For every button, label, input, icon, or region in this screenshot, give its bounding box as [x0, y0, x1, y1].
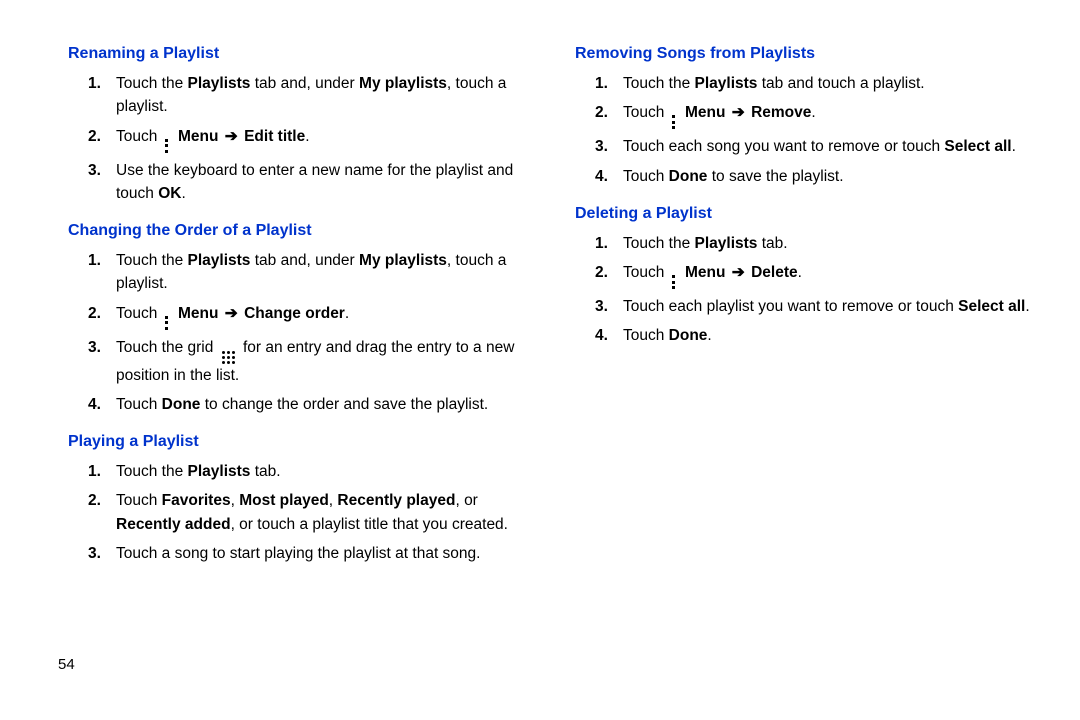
step: 1.Touch the Playlists tab and touch a pl…	[595, 72, 1040, 95]
step-text: Touch the Playlists tab.	[623, 232, 1040, 255]
step: 3.Touch each song you want to remove or …	[595, 135, 1040, 158]
step: 2.Touch Menu ➔ Remove.	[595, 101, 1040, 129]
step-text: Touch the Playlists tab and, under My pl…	[116, 72, 533, 119]
arrow-icon: ➔	[225, 128, 238, 145]
step-number: 2.	[88, 125, 116, 148]
bold-text: Menu	[685, 264, 725, 281]
section-heading: Changing the Order of a Playlist	[68, 219, 533, 243]
bold-text: Menu	[685, 104, 725, 121]
grid-icon	[222, 351, 235, 364]
bold-text: Recently played	[337, 492, 455, 509]
step-text: Touch Done to save the playlist.	[623, 165, 1040, 188]
step-text: Touch each playlist you want to remove o…	[623, 295, 1040, 318]
bold-text: Delete	[751, 264, 798, 281]
step-number: 4.	[88, 393, 116, 416]
step-number: 4.	[595, 324, 623, 347]
step-text: Touch the Playlists tab and, under My pl…	[116, 249, 533, 296]
bold-text: Edit title	[244, 128, 305, 145]
step: 2.Touch Favorites, Most played, Recently…	[88, 489, 533, 536]
menu-icon	[164, 139, 170, 153]
step: 3.Touch the grid for an entry and drag t…	[88, 336, 533, 387]
step-number: 3.	[88, 159, 116, 182]
step-text: Touch Favorites, Most played, Recently p…	[116, 489, 533, 536]
step-text: Touch the Playlists tab.	[116, 460, 533, 483]
left-column: Renaming a Playlist1.Touch the Playlists…	[58, 42, 533, 571]
step: 2.Touch Menu ➔ Delete.	[595, 261, 1040, 289]
step: 3.Touch a song to start playing the play…	[88, 542, 533, 565]
bold-text: Playlists	[188, 463, 251, 480]
bold-text: Playlists	[695, 75, 758, 92]
step-text: Use the keyboard to enter a new name for…	[116, 159, 533, 206]
bold-text: Playlists	[188, 252, 251, 269]
menu-icon	[671, 115, 677, 129]
bold-text: Menu	[178, 305, 218, 322]
bold-text: Playlists	[695, 235, 758, 252]
bold-text: OK	[158, 185, 181, 202]
step: 3.Touch each playlist you want to remove…	[595, 295, 1040, 318]
bold-text: Favorites	[162, 492, 231, 509]
bold-text: Done	[162, 396, 201, 413]
bold-text: My playlists	[359, 75, 447, 92]
step: 3.Use the keyboard to enter a new name f…	[88, 159, 533, 206]
bold-text: Menu	[178, 128, 218, 145]
step-number: 3.	[88, 336, 116, 359]
section-heading: Deleting a Playlist	[575, 202, 1040, 226]
right-column: Removing Songs from Playlists1.Touch the…	[569, 42, 1040, 571]
step-text: Touch Done to change the order and save …	[116, 393, 533, 416]
step: 2.Touch Menu ➔ Change order.	[88, 302, 533, 330]
step-number: 2.	[88, 302, 116, 325]
section-heading: Removing Songs from Playlists	[575, 42, 1040, 66]
step-text: Touch Menu ➔ Edit title.	[116, 125, 533, 153]
bold-text: Select all	[958, 298, 1025, 315]
step: 4.Touch Done to change the order and sav…	[88, 393, 533, 416]
step-number: 4.	[595, 165, 623, 188]
bold-text: Recently added	[116, 516, 231, 533]
bold-text: Change order	[244, 305, 345, 322]
step-text: Touch a song to start playing the playli…	[116, 542, 533, 565]
menu-icon	[671, 275, 677, 289]
bold-text: Most played	[239, 492, 329, 509]
menu-icon	[164, 316, 170, 330]
step: 1.Touch the Playlists tab and, under My …	[88, 72, 533, 119]
bold-text: My playlists	[359, 252, 447, 269]
bold-text: Select all	[944, 138, 1011, 155]
step-text: Touch Menu ➔ Delete.	[623, 261, 1040, 289]
step-number: 2.	[595, 261, 623, 284]
step: 1.Touch the Playlists tab and, under My …	[88, 249, 533, 296]
step-number: 3.	[595, 135, 623, 158]
step-number: 2.	[595, 101, 623, 124]
step-number: 2.	[88, 489, 116, 512]
step-text: Touch Menu ➔ Remove.	[623, 101, 1040, 129]
step-number: 1.	[88, 72, 116, 95]
step: 1.Touch the Playlists tab.	[88, 460, 533, 483]
bold-text: Done	[669, 327, 708, 344]
step-text: Touch Done.	[623, 324, 1040, 347]
step: 2.Touch Menu ➔ Edit title.	[88, 125, 533, 153]
manual-page: Renaming a Playlist1.Touch the Playlists…	[0, 0, 1080, 571]
step-number: 3.	[88, 542, 116, 565]
section-heading: Playing a Playlist	[68, 430, 533, 454]
step-text: Touch each song you want to remove or to…	[623, 135, 1040, 158]
bold-text: Remove	[751, 104, 811, 121]
step-number: 1.	[595, 232, 623, 255]
bold-text: Done	[669, 168, 708, 185]
step-text: Touch the grid for an entry and drag the…	[116, 336, 533, 387]
page-number: 54	[58, 654, 75, 677]
bold-text: Playlists	[188, 75, 251, 92]
step: 4.Touch Done to save the playlist.	[595, 165, 1040, 188]
step-number: 1.	[88, 249, 116, 272]
section-heading: Renaming a Playlist	[68, 42, 533, 66]
step-number: 1.	[88, 460, 116, 483]
step-number: 3.	[595, 295, 623, 318]
step-text: Touch the Playlists tab and touch a play…	[623, 72, 1040, 95]
step-text: Touch Menu ➔ Change order.	[116, 302, 533, 330]
arrow-icon: ➔	[732, 104, 745, 121]
step-number: 1.	[595, 72, 623, 95]
step: 4.Touch Done.	[595, 324, 1040, 347]
arrow-icon: ➔	[732, 264, 745, 281]
arrow-icon: ➔	[225, 305, 238, 322]
step: 1.Touch the Playlists tab.	[595, 232, 1040, 255]
